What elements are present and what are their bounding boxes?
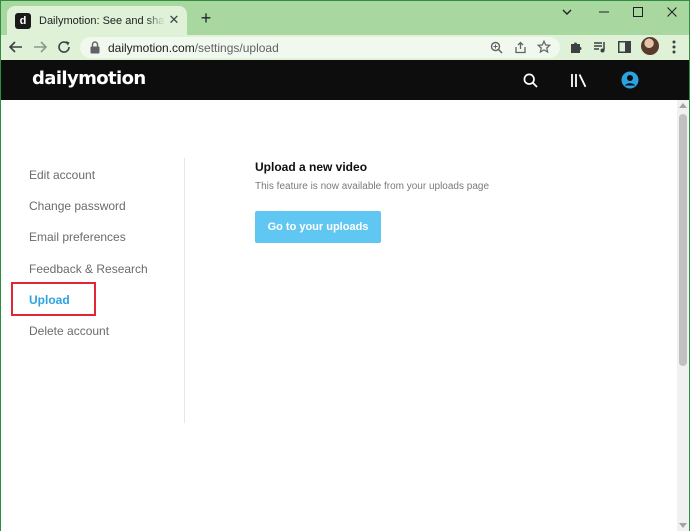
address-bar[interactable]: dailymotion.com/settings/upload bbox=[80, 37, 560, 58]
upload-section-title: Upload a new video bbox=[255, 160, 368, 174]
site-header: dailymotion bbox=[1, 60, 689, 100]
tab-close-icon[interactable]: ✕ bbox=[167, 13, 181, 27]
go-to-uploads-button[interactable]: Go to your uploads bbox=[255, 211, 381, 243]
upload-highlight-box bbox=[11, 282, 96, 316]
back-icon[interactable] bbox=[7, 38, 25, 56]
forward-icon[interactable] bbox=[31, 38, 49, 56]
nav-change-password[interactable]: Change password bbox=[29, 199, 126, 213]
settings-page: Edit account Change password Email prefe… bbox=[1, 100, 677, 531]
bookmark-star-icon[interactable] bbox=[536, 39, 552, 55]
url-path: /settings/upload bbox=[194, 41, 279, 55]
side-panel-icon[interactable] bbox=[615, 38, 633, 56]
browser-window: d Dailymotion: See and share the w ✕ + bbox=[0, 0, 690, 531]
tab-strip: d Dailymotion: See and share the w ✕ + bbox=[1, 1, 689, 35]
browser-tab[interactable]: d Dailymotion: See and share the w ✕ bbox=[7, 6, 187, 35]
scroll-up-arrow-icon[interactable] bbox=[679, 103, 687, 108]
nav-feedback-research[interactable]: Feedback & Research bbox=[29, 262, 148, 276]
nav-edit-account[interactable]: Edit account bbox=[29, 168, 95, 182]
browser-toolbar: dailymotion.com/settings/upload bbox=[1, 35, 689, 60]
url-text: dailymotion.com/settings/upload bbox=[108, 41, 279, 55]
nav-delete-account[interactable]: Delete account bbox=[29, 324, 109, 338]
library-icon[interactable] bbox=[569, 70, 589, 90]
page-scrollbar[interactable] bbox=[677, 100, 689, 531]
scroll-down-arrow-icon[interactable] bbox=[679, 523, 687, 528]
menu-icon[interactable] bbox=[665, 38, 683, 56]
nav-email-preferences[interactable]: Email preferences bbox=[29, 230, 126, 244]
share-icon[interactable] bbox=[512, 39, 528, 55]
new-tab-button[interactable]: + bbox=[197, 9, 215, 27]
url-domain: dailymotion.com bbox=[108, 41, 195, 55]
reload-icon[interactable] bbox=[55, 38, 73, 56]
minimize-button[interactable] bbox=[587, 1, 621, 23]
dailymotion-logo[interactable]: dailymotion bbox=[32, 68, 146, 89]
scroll-thumb[interactable] bbox=[679, 114, 687, 366]
media-control-icon[interactable] bbox=[591, 38, 609, 56]
search-icon[interactable] bbox=[520, 70, 540, 90]
zoom-icon[interactable] bbox=[488, 39, 504, 55]
extensions-icon[interactable] bbox=[567, 38, 585, 56]
maximize-button[interactable] bbox=[621, 1, 655, 23]
dailymotion-favicon-icon: d bbox=[15, 12, 31, 29]
lock-icon[interactable] bbox=[89, 41, 101, 54]
upload-section-subtitle: This feature is now available from your … bbox=[255, 181, 490, 192]
sidebar-divider bbox=[184, 158, 185, 423]
account-icon[interactable] bbox=[620, 70, 640, 90]
tab-title: Dailymotion: See and share the w bbox=[39, 14, 165, 27]
profile-avatar[interactable] bbox=[641, 37, 659, 55]
close-window-button[interactable] bbox=[655, 1, 689, 23]
tab-search-chevron-icon[interactable] bbox=[550, 1, 584, 23]
